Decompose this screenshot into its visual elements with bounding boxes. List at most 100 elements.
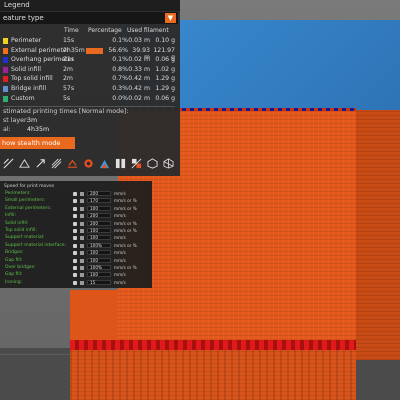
custom-gcodes-icon[interactable] bbox=[131, 158, 142, 169]
param-unit: mm/s or % bbox=[114, 220, 137, 226]
param-value-field[interactable]: 100% bbox=[87, 265, 111, 270]
reset-icon[interactable] bbox=[80, 221, 84, 226]
legend-row[interactable]: Top solid infill 2m 0.7% 0.42 m 1.29 g bbox=[0, 75, 178, 84]
color-swatch bbox=[3, 47, 8, 54]
total-time: al: 4h35m bbox=[3, 126, 49, 133]
reset-icon[interactable] bbox=[80, 243, 84, 248]
lock-icon[interactable] bbox=[73, 236, 77, 241]
retractions-icon[interactable] bbox=[35, 158, 46, 169]
chevron-down-icon[interactable]: ▼ bbox=[165, 13, 176, 23]
param-unit: mm/s bbox=[114, 257, 126, 263]
param-label: Top solid infill: bbox=[5, 228, 37, 233]
param-value-field[interactable]: 100 bbox=[87, 235, 111, 241]
legend-row[interactable]: Perimeter 15s 0.1% 0.03 m 0.10 g bbox=[0, 37, 178, 46]
feature-weight: 1.29 g bbox=[155, 85, 175, 92]
lock-icon[interactable] bbox=[73, 214, 77, 219]
params-title: Speed for print moves bbox=[4, 184, 55, 189]
feature-percent: 0.1% bbox=[112, 37, 128, 44]
lock-icon[interactable] bbox=[73, 206, 77, 211]
lock-icon[interactable] bbox=[73, 280, 77, 285]
percentage-bar bbox=[86, 47, 103, 54]
reset-icon[interactable] bbox=[80, 251, 84, 256]
shells-icon[interactable] bbox=[147, 158, 158, 169]
reset-icon[interactable] bbox=[80, 236, 84, 241]
lock-icon[interactable] bbox=[73, 251, 77, 256]
legend-row[interactable]: Solid infill 2m 0.8% 0.33 m 1.02 g bbox=[0, 66, 178, 75]
feature-percent: 0.3% bbox=[112, 85, 128, 92]
first-layer-time: st layer: 3m bbox=[3, 117, 37, 124]
view-type-value: eature type bbox=[3, 14, 44, 22]
param-value-field[interactable]: 100 bbox=[87, 272, 111, 278]
param-unit: mm/s bbox=[114, 272, 126, 278]
feature-name: Perimeter bbox=[11, 37, 42, 44]
param-value-field[interactable]: 100 bbox=[87, 257, 111, 263]
lock-icon[interactable] bbox=[73, 243, 77, 248]
tool-marker-icon[interactable] bbox=[163, 158, 174, 169]
feature-time: 2m bbox=[63, 75, 73, 83]
param-label: External perimeters: bbox=[5, 205, 52, 211]
feature-time: 2m bbox=[63, 65, 73, 73]
feature-length: 0.02 m bbox=[128, 94, 150, 102]
legend-panel: Legend eature type ▼ Time Percentage Use… bbox=[0, 0, 180, 176]
first-layer-label: st layer: bbox=[3, 117, 29, 124]
reset-icon[interactable] bbox=[80, 266, 84, 270]
param-unit: mm/s or % bbox=[114, 242, 137, 248]
seams-icon[interactable] bbox=[67, 158, 78, 169]
legend-row[interactable]: External perimeter 2h35m 56.6% 39.93 m 121.9… bbox=[0, 46, 178, 61]
param-value-field[interactable]: 200 bbox=[87, 191, 111, 196]
param-value-field[interactable]: 170 bbox=[87, 198, 111, 204]
param-value-field[interactable]: 100% bbox=[87, 242, 111, 248]
lock-icon[interactable] bbox=[73, 258, 77, 263]
param-unit: mm/s bbox=[114, 191, 126, 196]
col-percentage: Percentage bbox=[88, 27, 122, 34]
feature-name: Bridge infill bbox=[11, 85, 47, 92]
reset-icon[interactable] bbox=[80, 214, 84, 219]
print-speed-settings-panel: Speed for print moves Perimeters: 200 mm/s… bbox=[0, 181, 152, 288]
legend-title[interactable]: Legend bbox=[0, 0, 180, 11]
reset-icon[interactable] bbox=[80, 192, 84, 196]
lock-icon[interactable] bbox=[73, 229, 77, 233]
param-value-field[interactable]: 100 bbox=[87, 205, 111, 211]
reset-icon[interactable] bbox=[80, 258, 84, 263]
feature-name: Custom bbox=[11, 94, 35, 102]
param-value-field[interactable]: 200 bbox=[87, 213, 111, 219]
lock-icon[interactable] bbox=[73, 221, 77, 226]
wipe-icon[interactable] bbox=[19, 158, 30, 169]
lock-icon[interactable] bbox=[73, 192, 77, 196]
param-value-field[interactable]: 200 bbox=[87, 220, 111, 226]
param-label: Support material interface: bbox=[5, 242, 67, 248]
feature-weight: 1.02 g bbox=[155, 65, 175, 73]
reset-icon[interactable] bbox=[80, 206, 84, 211]
col-used-filament: Used filament bbox=[127, 27, 169, 34]
param-row: Support material interface: 100% mm/s or % bbox=[3, 242, 149, 250]
legend-row[interactable]: Custom 5s 0.0% 0.02 m 0.06 g bbox=[0, 95, 178, 104]
param-label: Small perimeters: bbox=[5, 198, 46, 204]
legend-row[interactable]: Bridge infill 57s 0.3% 0.42 m 1.29 g bbox=[0, 85, 178, 94]
total-value: 4h35m bbox=[27, 126, 50, 133]
reset-icon[interactable] bbox=[80, 199, 84, 204]
feature-weight: 0.06 g bbox=[155, 56, 175, 64]
param-unit: mm/s bbox=[114, 235, 126, 241]
param-value-field[interactable]: 100 bbox=[87, 228, 111, 233]
lock-icon[interactable] bbox=[73, 199, 77, 204]
show-stealth-mode-button[interactable]: how stealth mode bbox=[0, 137, 75, 149]
param-unit: mm/s or % bbox=[114, 205, 137, 211]
legend-row[interactable]: Overhang perimeter 21s 0.1% 0.02 m 0.06 g bbox=[0, 56, 178, 65]
pause-prints-icon[interactable] bbox=[115, 158, 126, 169]
reset-icon[interactable] bbox=[80, 273, 84, 278]
color-changes-icon[interactable] bbox=[99, 158, 110, 169]
travel-icon[interactable] bbox=[3, 158, 14, 169]
param-row: Solid infill: 200 mm/s or % bbox=[3, 220, 149, 228]
feature-percent: 56.6% bbox=[108, 46, 128, 54]
view-type-select[interactable]: eature type ▼ bbox=[0, 12, 178, 24]
reset-icon[interactable] bbox=[80, 229, 84, 233]
param-label: Perimeters: bbox=[5, 191, 31, 196]
param-value-field[interactable]: 15 bbox=[87, 279, 111, 285]
reset-icon[interactable] bbox=[80, 280, 84, 285]
lock-icon[interactable] bbox=[73, 273, 77, 278]
param-value-field[interactable]: 100 bbox=[87, 250, 111, 256]
param-unit: mm/s or % bbox=[114, 265, 137, 270]
tool-changes-icon[interactable] bbox=[83, 158, 94, 169]
lock-icon[interactable] bbox=[73, 266, 77, 270]
deretractions-icon[interactable] bbox=[51, 158, 62, 169]
